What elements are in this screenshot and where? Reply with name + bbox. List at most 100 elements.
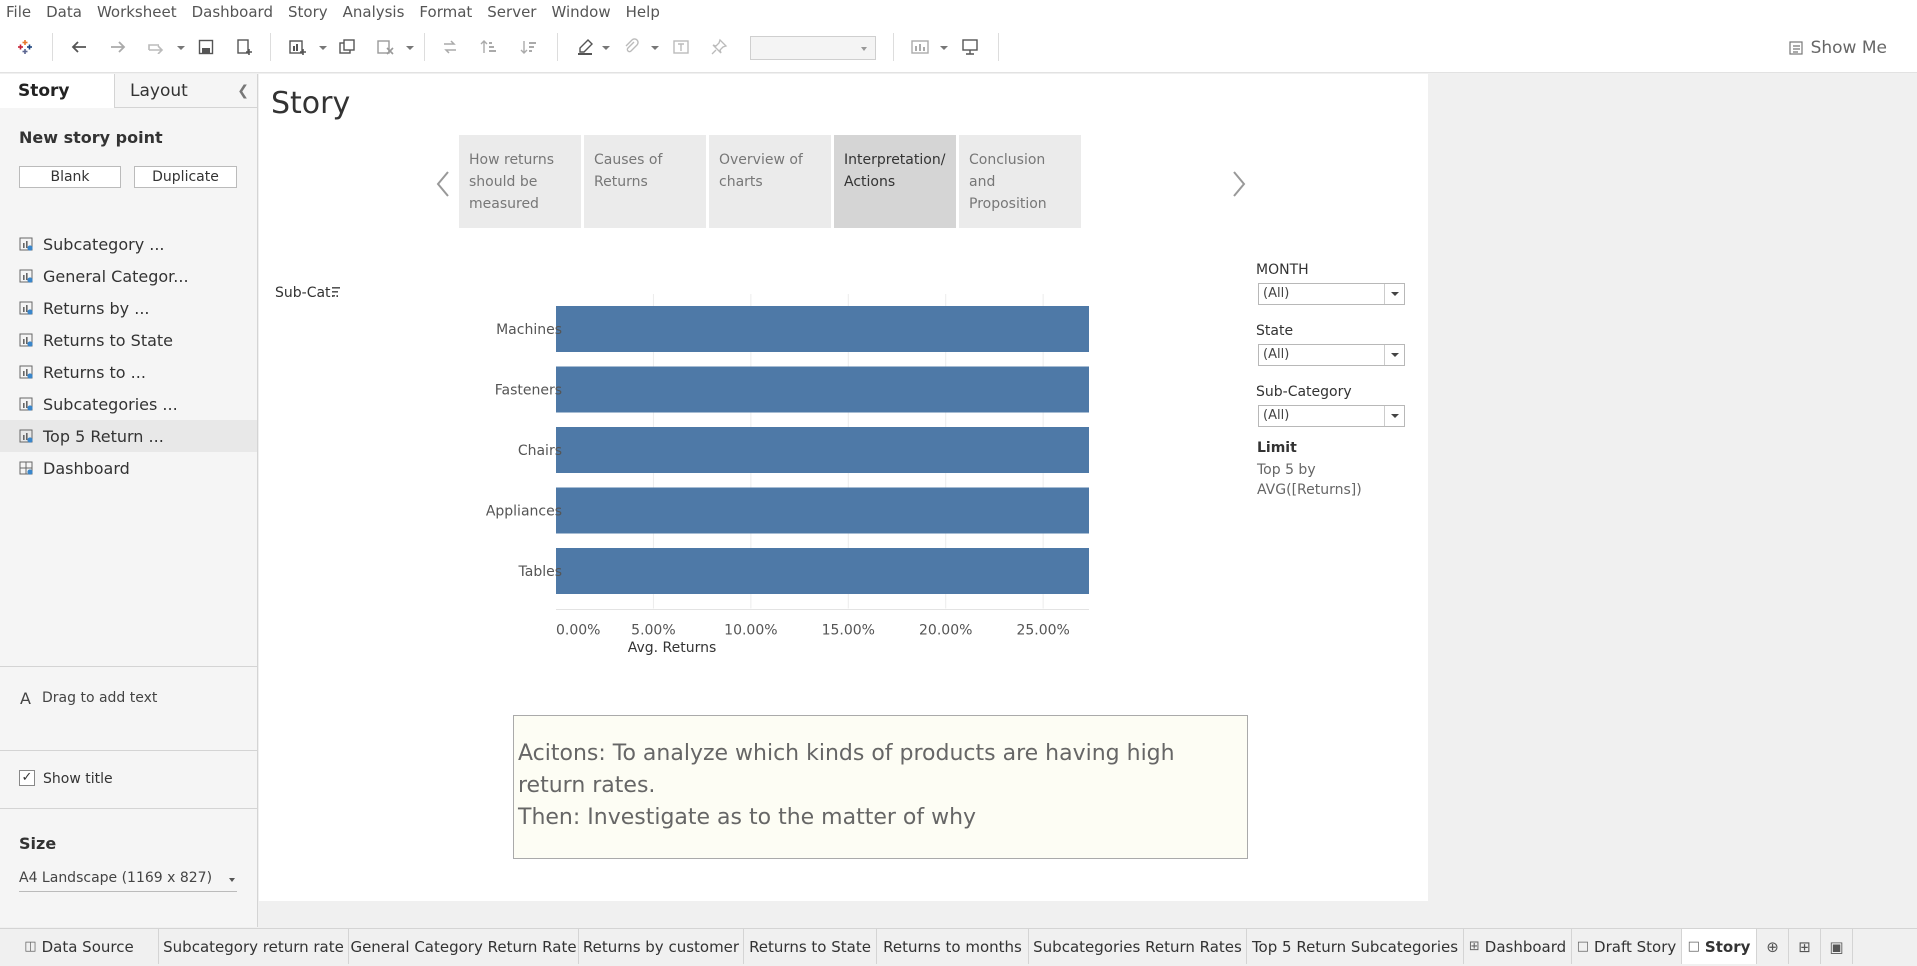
sheet-list-item[interactable]: Top 5 Return ... bbox=[0, 420, 257, 452]
new-story-tab-icon[interactable]: ▣ bbox=[1821, 929, 1853, 964]
sheet-list-item[interactable]: General Categor... bbox=[0, 260, 257, 292]
tab-layout[interactable]: Layout bbox=[116, 74, 236, 108]
blank-button[interactable]: Blank bbox=[19, 166, 121, 188]
new-dashboard-tab-icon[interactable]: ⊞ bbox=[1789, 929, 1821, 964]
story-point-caption[interactable]: Overview of charts bbox=[709, 135, 831, 228]
x-axis-title: Avg. Returns bbox=[628, 640, 717, 656]
new-worksheet-icon[interactable] bbox=[286, 35, 310, 59]
menu-format[interactable]: Format bbox=[419, 3, 472, 21]
bar[interactable] bbox=[556, 306, 1089, 352]
limit-title: Limit bbox=[1257, 440, 1297, 456]
size-title: Size bbox=[19, 834, 57, 853]
sheet-tab-label: Dashboard bbox=[1484, 937, 1567, 956]
sheet-tab-label: Returns to State bbox=[749, 937, 871, 956]
swap-icon[interactable] bbox=[439, 35, 461, 59]
sheet-list-item[interactable]: Subcategories ... bbox=[0, 388, 257, 420]
undo-icon[interactable] bbox=[68, 35, 90, 59]
redo-icon[interactable] bbox=[107, 35, 129, 59]
sheet-tab[interactable]: Subcategory return rate bbox=[159, 929, 349, 964]
story-point-caption[interactable]: Conclusion and Proposition bbox=[959, 135, 1081, 228]
chevron-down-icon[interactable] bbox=[1384, 345, 1404, 365]
drag-to-add-text[interactable]: A Drag to add text bbox=[0, 666, 257, 750]
size-select-value: A4 Landscape (1169 x 827) bbox=[19, 870, 213, 886]
menu-story[interactable]: Story bbox=[288, 3, 328, 21]
sheet-tab[interactable]: Top 5 Return Subcategories bbox=[1247, 929, 1464, 964]
menu-file[interactable]: File bbox=[6, 3, 31, 21]
menu-analysis[interactable]: Analysis bbox=[343, 3, 405, 21]
y-category-label[interactable]: Chairs bbox=[518, 443, 562, 459]
sheet-list-item[interactable]: Returns to State bbox=[0, 324, 257, 356]
sheet-tab[interactable]: Returns to months bbox=[877, 929, 1029, 964]
bar[interactable] bbox=[556, 548, 1089, 594]
show-cards-icon[interactable] bbox=[908, 35, 932, 59]
menu-server[interactable]: Server bbox=[487, 3, 536, 21]
labels-icon[interactable] bbox=[670, 35, 692, 59]
size-select[interactable]: A4 Landscape (1169 x 827) bbox=[19, 870, 237, 892]
sheet-tab[interactable]: Returns by customer bbox=[579, 929, 744, 964]
story-icon: □ bbox=[1687, 939, 1700, 954]
sheet-list-item[interactable]: Subcategory ... bbox=[0, 228, 257, 260]
duplicate-button[interactable]: Duplicate bbox=[134, 166, 237, 188]
story-point-caption[interactable]: Causes of Returns bbox=[584, 135, 706, 228]
filter-dropdown[interactable]: (All) bbox=[1258, 405, 1405, 427]
sheet-list-item[interactable]: Dashboard bbox=[0, 452, 257, 484]
y-category-label[interactable]: Machines bbox=[496, 322, 562, 338]
story-point-caption[interactable]: How returns should be measured bbox=[459, 135, 581, 228]
show-me-button[interactable]: Show Me bbox=[1788, 36, 1887, 60]
presentation-icon[interactable] bbox=[959, 35, 981, 59]
x-tick-label: 5.00% bbox=[631, 623, 675, 639]
bar[interactable] bbox=[556, 427, 1089, 473]
collapse-panel-icon[interactable]: ❮ bbox=[237, 83, 249, 99]
sheet-tab[interactable]: □ Draft Story bbox=[1572, 929, 1682, 964]
sheet-list: Subcategory ... General Categor... Returns… bbox=[0, 228, 257, 484]
fit-select[interactable] bbox=[750, 36, 876, 60]
y-category-label[interactable]: Tables bbox=[518, 564, 563, 580]
sheet-list-item[interactable]: Returns to ... bbox=[0, 356, 257, 388]
sheet-tab[interactable]: ◫ Data Source bbox=[0, 929, 159, 964]
filter-dropdown[interactable]: (All) bbox=[1258, 283, 1405, 305]
next-story-point-icon[interactable] bbox=[1231, 170, 1247, 202]
save-icon[interactable] bbox=[195, 35, 217, 59]
sort-descending-icon[interactable] bbox=[518, 35, 540, 59]
chevron-down-icon[interactable] bbox=[1384, 406, 1404, 426]
sheet-tab[interactable]: General Category Return Rate bbox=[349, 929, 579, 964]
sort-ascending-icon[interactable] bbox=[478, 35, 500, 59]
story-canvas: Story How returns should be measured Caus… bbox=[259, 74, 1428, 901]
story-point-caption[interactable]: Interpretation/ Actions bbox=[834, 135, 956, 228]
tab-story[interactable]: Story bbox=[0, 74, 115, 108]
filter-dropdown[interactable]: (All) bbox=[1258, 344, 1405, 366]
sheet-tab[interactable]: Returns to State bbox=[744, 929, 877, 964]
sheet-tab[interactable]: Subcategories Return Rates bbox=[1029, 929, 1247, 964]
previous-story-point-icon[interactable] bbox=[435, 170, 451, 202]
limit-text: Top 5 by AVG([Returns]) bbox=[1257, 462, 1362, 498]
y-category-label[interactable]: Fasteners bbox=[495, 383, 562, 399]
tableau-logo-icon[interactable] bbox=[14, 35, 36, 59]
y-category-label[interactable]: Appliances bbox=[486, 504, 562, 520]
highlight-icon[interactable] bbox=[574, 35, 596, 59]
menu-worksheet[interactable]: Worksheet bbox=[97, 3, 177, 21]
y-axis-header[interactable]: Sub-Cat.. bbox=[275, 285, 339, 301]
sheet-tab[interactable]: ⊞ Dashboard bbox=[1464, 929, 1572, 964]
menu-data[interactable]: Data bbox=[46, 3, 82, 21]
story-side-panel: Story Layout ❮ New story point Blank Dup… bbox=[0, 74, 258, 927]
duplicate-icon[interactable] bbox=[336, 35, 358, 59]
new-datasource-icon[interactable] bbox=[234, 35, 256, 59]
show-title-checkbox[interactable]: ✓ bbox=[19, 770, 35, 786]
annotation-line-1: Acitons: To analyze which kinds of produ… bbox=[518, 741, 1175, 798]
menu-help[interactable]: Help bbox=[626, 3, 660, 21]
panel-tabs: Story Layout ❮ bbox=[0, 74, 257, 108]
chevron-down-icon[interactable] bbox=[1384, 284, 1404, 304]
bar[interactable] bbox=[556, 487, 1089, 534]
sheet-tab[interactable]: □ Story bbox=[1682, 929, 1757, 964]
group-icon[interactable] bbox=[620, 35, 642, 59]
sheet-list-item-label: Dashboard bbox=[43, 458, 130, 478]
menu-window[interactable]: Window bbox=[551, 3, 610, 21]
pin-icon[interactable] bbox=[708, 35, 730, 59]
clear-icon[interactable] bbox=[374, 35, 396, 59]
replay-icon[interactable] bbox=[145, 35, 167, 59]
sheet-list-item[interactable]: Returns by ... bbox=[0, 292, 257, 324]
new-worksheet-tab-icon[interactable]: ⊕ bbox=[1757, 929, 1789, 964]
menu-dashboard[interactable]: Dashboard bbox=[192, 3, 273, 21]
annotation-text-box[interactable]: Acitons: To analyze which kinds of produ… bbox=[513, 715, 1248, 859]
bar[interactable] bbox=[556, 366, 1089, 413]
